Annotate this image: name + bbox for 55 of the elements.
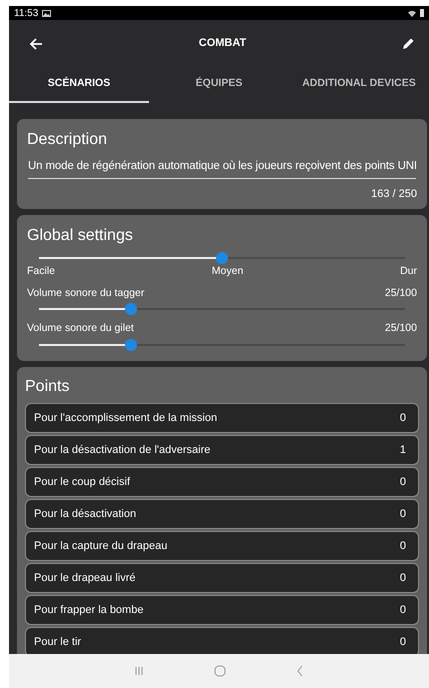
slider-thumb[interactable] (124, 339, 136, 351)
screen-title: COMBAT (198, 36, 246, 52)
tab[interactable]: ÉQUIPES (149, 67, 289, 103)
slider[interactable] (39, 303, 405, 316)
slider-label: Moyen (212, 264, 244, 279)
back-arrow-icon[interactable] (29, 38, 43, 50)
points-value: 0 (400, 570, 406, 586)
slider[interactable] (39, 252, 405, 264)
points-value: 0 (400, 474, 406, 490)
points-value: 1 (400, 442, 406, 458)
points-row[interactable]: Pour la capture du drapeau 0 (25, 531, 419, 561)
points-row[interactable]: Pour la désactivation de l'adversaire 1 (25, 435, 419, 465)
setting-reading: 25/100 (384, 321, 417, 336)
points-label: Pour la désactivation de l'adversaire (34, 442, 210, 458)
points-value: 0 (400, 634, 406, 650)
setting-reading: 25/100 (384, 286, 417, 300)
points-row[interactable]: Pour frapper la bombe 0 (25, 595, 419, 625)
slider-thumb[interactable] (124, 303, 136, 316)
points-value: 0 (400, 410, 406, 426)
home-icon[interactable] (214, 665, 226, 677)
setting-label: Volume sonore du tagger (27, 286, 144, 300)
points-row[interactable]: Pour l'accomplissement de la mission 0 (25, 403, 419, 433)
card-title: Description (27, 130, 108, 150)
battery-icon (420, 9, 424, 17)
image-icon (42, 10, 52, 16)
points-label: Pour frapper la bombe (34, 602, 144, 618)
slider-label: Facile (27, 264, 56, 279)
tab[interactable]: ADDITIONAL DEVICES (289, 67, 429, 103)
points-label: Pour le coup décisif (34, 474, 130, 490)
points-label: Pour l'accomplissement de la mission (34, 410, 218, 426)
points-label: Pour la désactivation (34, 506, 136, 522)
points-row[interactable]: Pour le coup décisif 0 (25, 467, 419, 497)
points-value: 0 (400, 506, 406, 522)
tab[interactable]: SCÉNARIOS (9, 67, 149, 103)
slider-label: Dur (400, 264, 417, 279)
points-label: Pour la capture du drapeau (34, 538, 168, 554)
card-title: Global settings (27, 226, 134, 246)
points-row[interactable]: Pour la désactivation 0 (25, 499, 419, 529)
points-label: Pour le tir (34, 634, 82, 650)
recent-apps-icon[interactable] (134, 666, 144, 676)
setting-label: Volume sonore du gilet (27, 321, 134, 336)
character-counter: 163 / 250 (370, 187, 417, 202)
card-title: Points (25, 377, 70, 397)
slider[interactable] (39, 339, 405, 351)
pencil-icon[interactable] (402, 37, 415, 50)
wifi-icon (408, 10, 416, 16)
points-row[interactable]: Pour le drapeau livré 0 (25, 563, 419, 593)
points-label: Pour le drapeau livré (34, 570, 136, 586)
points-row[interactable]: Pour le tir 0 (25, 627, 419, 654)
description-field[interactable]: Un mode de régénération automatique où les joueurs reçoivent des points UNI (28, 156, 416, 180)
slider-thumb[interactable] (216, 252, 228, 264)
points-value: 0 (400, 538, 406, 554)
points-value: 0 (400, 602, 406, 618)
back-icon[interactable] (296, 665, 304, 677)
status-time: 11:53 (14, 6, 38, 20)
